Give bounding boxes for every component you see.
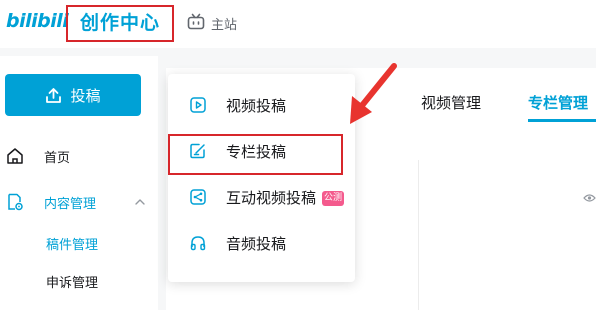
beta-badge: 公测 (322, 191, 345, 206)
upload-icon (46, 87, 62, 103)
menu-item-label: 互动视频投稿 (226, 188, 317, 207)
sidebar-subitem-manuscript-management[interactable]: 稿件管理 (46, 234, 98, 253)
main-site-link[interactable]: 主站 (211, 14, 237, 33)
headphones-icon (190, 236, 206, 251)
upload-button-label: 投稿 (70, 86, 101, 105)
divider (418, 160, 419, 310)
upload-button[interactable]: 投稿 (5, 74, 141, 116)
active-tab-indicator (528, 119, 596, 122)
home-icon (7, 148, 23, 164)
menu-item-video-upload[interactable]: 视频投稿 (168, 85, 355, 125)
sidebar-item-label: 内容管理 (44, 196, 97, 212)
sidebar-item-home[interactable]: 首页 (0, 142, 70, 170)
sidebar-subitem-appeal-management[interactable]: 申诉管理 (46, 272, 98, 291)
eye-icon[interactable] (583, 193, 596, 203)
tab-video-management[interactable]: 视频管理 (421, 92, 481, 113)
annotation-arrow-icon (350, 63, 397, 124)
sidebar-item-content-management[interactable]: 内容管理 (0, 188, 96, 216)
video-play-icon (190, 97, 206, 113)
chevron-up-icon[interactable] (134, 196, 146, 208)
top-bar: bilibili 创作中心 主站 (0, 0, 596, 48)
column-upload-highlight-box (168, 134, 343, 175)
sidebar-item-label: 首页 (44, 150, 71, 166)
menu-item-label: 音频投稿 (226, 234, 287, 253)
upload-dropdown-menu: 视频投稿 专栏投稿 互动视频投稿 音频投稿 (168, 74, 355, 282)
creator-center-title[interactable]: 创作中心 (66, 5, 174, 42)
bilibili-logo[interactable]: bilibili (6, 10, 69, 32)
menu-item-label: 视频投稿 (226, 96, 287, 115)
tv-icon (187, 13, 205, 30)
document-settings-icon (8, 193, 23, 211)
menu-item-audio-upload[interactable]: 音频投稿 (168, 223, 355, 263)
share-branch-icon (190, 189, 206, 205)
tab-column-management[interactable]: 专栏管理 (528, 92, 596, 113)
